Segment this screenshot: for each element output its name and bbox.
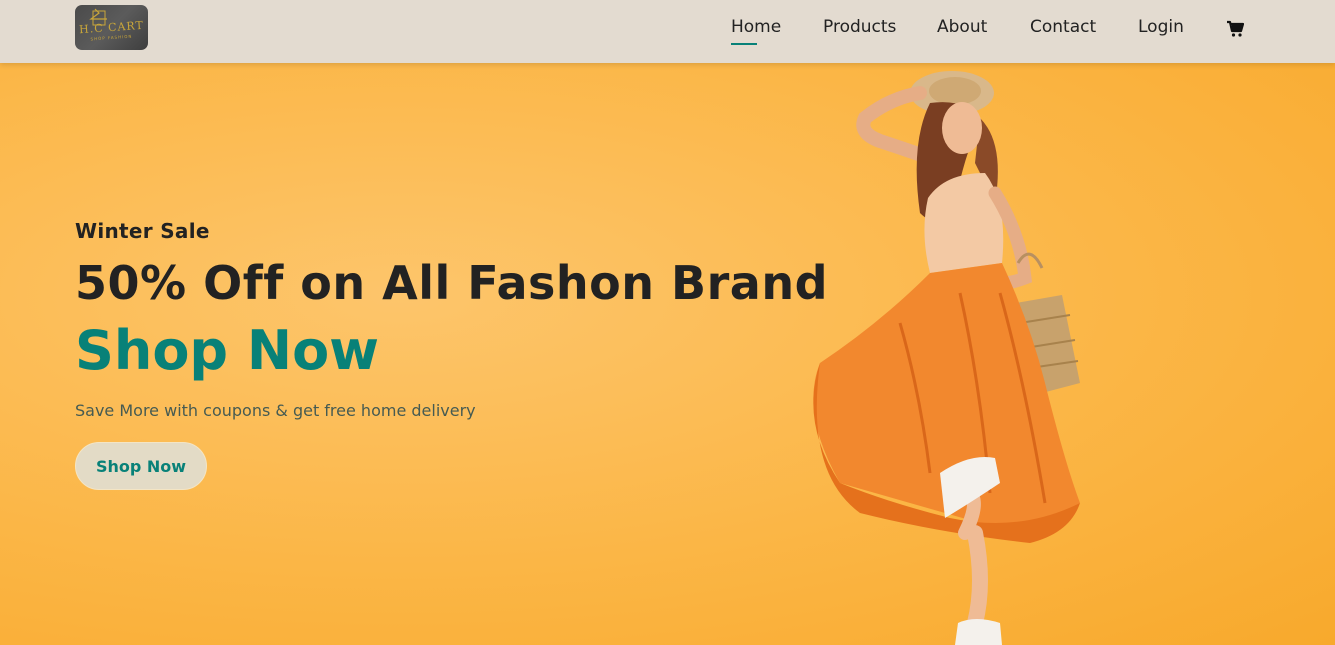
shop-now-button[interactable]: Shop Now <box>75 442 207 490</box>
hero-banner: Winter Sale 50% Off on All Fashon Brand … <box>0 63 1335 645</box>
hero-subtitle: Winter Sale <box>75 219 210 243</box>
hero-description: Save More with coupons & get free home d… <box>75 401 476 420</box>
hero-model-image <box>813 71 1080 645</box>
navbar: H.C CART SHOP FASHION Home Products Abou… <box>0 0 1335 63</box>
shopping-cart-icon[interactable] <box>1226 20 1244 38</box>
nav-login[interactable]: Login <box>1138 17 1184 37</box>
nav-contact[interactable]: Contact <box>1030 17 1096 37</box>
nav-home[interactable]: Home <box>731 17 781 45</box>
nav-products[interactable]: Products <box>823 17 896 37</box>
hero-title: 50% Off on All Fashon Brand <box>75 256 829 310</box>
site-logo[interactable]: H.C CART SHOP FASHION <box>75 5 148 50</box>
hero-accent-text: Shop Now <box>75 319 380 382</box>
nav-about[interactable]: About <box>937 17 987 37</box>
